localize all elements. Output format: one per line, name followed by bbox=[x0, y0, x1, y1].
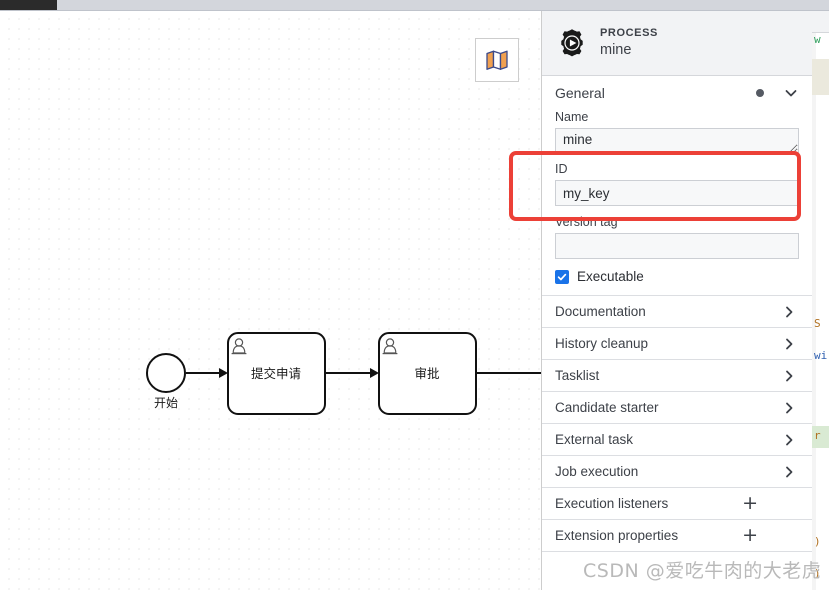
start-event-label: 开始 bbox=[154, 396, 178, 410]
accordion-documentation[interactable]: Documentation bbox=[542, 296, 812, 328]
properties-panel-title-block: PROCESS mine bbox=[600, 27, 658, 60]
version-tag-field-group: Version tag bbox=[542, 215, 812, 259]
accordion-label: External task bbox=[555, 432, 634, 447]
start-event-shape[interactable] bbox=[146, 353, 186, 393]
chevron-down-icon[interactable] bbox=[783, 85, 799, 101]
chevron-right-icon bbox=[782, 337, 796, 351]
accordion-label: Tasklist bbox=[555, 368, 600, 383]
check-icon bbox=[557, 273, 567, 280]
executable-checkbox-label: Executable bbox=[577, 269, 644, 284]
id-field-group: ID bbox=[542, 162, 812, 206]
general-group-label: General bbox=[555, 85, 605, 101]
plus-icon[interactable]: + bbox=[742, 494, 758, 513]
chevron-right-icon bbox=[782, 401, 796, 415]
bpmn-diagram: 开始 提交申请 审批 bbox=[146, 332, 541, 415]
accordion-label: Candidate starter bbox=[555, 400, 659, 415]
name-field-group: Name bbox=[542, 110, 812, 154]
accordion-extension-properties[interactable]: Extension properties + bbox=[542, 520, 812, 552]
background-editor-bleed: w S wi r ) ) bbox=[812, 11, 829, 590]
general-group-header[interactable]: General bbox=[542, 76, 812, 110]
sequence-flow-2-arrowhead bbox=[370, 368, 379, 378]
properties-panel: PROCESS mine General Name ID Version tag bbox=[541, 11, 812, 590]
chevron-right-icon bbox=[782, 433, 796, 447]
bleed-band-1 bbox=[812, 59, 829, 95]
bleed-code-1: w bbox=[814, 33, 821, 46]
element-name-label: mine bbox=[600, 42, 632, 59]
user-task-1-label: 提交申请 bbox=[251, 366, 301, 381]
bleed-background bbox=[812, 11, 829, 590]
bleed-code-4: r bbox=[814, 429, 821, 442]
executable-checkbox-row[interactable]: Executable bbox=[542, 260, 812, 295]
chevron-right-icon bbox=[782, 305, 796, 319]
version-tag-field[interactable] bbox=[555, 233, 799, 259]
bleed-code-2: S bbox=[814, 317, 821, 330]
accordion-label: Documentation bbox=[555, 304, 646, 319]
executable-checkbox[interactable] bbox=[555, 269, 569, 284]
bleed-code-3: wi bbox=[814, 349, 828, 362]
accordion-history-cleanup[interactable]: History cleanup bbox=[542, 328, 812, 360]
name-field[interactable] bbox=[555, 128, 799, 154]
bleed-header-strip bbox=[812, 11, 829, 33]
active-tab[interactable] bbox=[0, 0, 57, 10]
version-tag-field-label: Version tag bbox=[555, 215, 618, 229]
minimap-toggle-button[interactable] bbox=[475, 38, 519, 82]
chevron-right-icon bbox=[782, 465, 796, 479]
element-type-label: PROCESS bbox=[600, 26, 658, 39]
accordion-label: History cleanup bbox=[555, 336, 649, 351]
bleed-code-5: ) bbox=[814, 535, 821, 548]
id-field[interactable] bbox=[555, 180, 799, 206]
process-gear-icon bbox=[555, 26, 589, 60]
bpmn-modeler-window: 开始 提交申请 审批 PROCESS mine General Name min… bbox=[0, 0, 829, 590]
window-topbar bbox=[0, 0, 829, 11]
sequence-flow-1-arrowhead bbox=[219, 368, 228, 378]
chevron-right-icon bbox=[782, 369, 796, 383]
diagram-canvas[interactable]: 开始 提交申请 审批 bbox=[0, 11, 541, 590]
map-icon bbox=[486, 50, 508, 70]
accordion-tasklist[interactable]: Tasklist bbox=[542, 360, 812, 392]
bleed-code-6: ) bbox=[814, 567, 821, 580]
name-field-label: Name bbox=[555, 110, 589, 124]
accordion-external-task[interactable]: External task bbox=[542, 424, 812, 456]
plus-icon[interactable]: + bbox=[742, 526, 758, 545]
accordion-execution-listeners[interactable]: Execution listeners + bbox=[542, 488, 812, 520]
accordion-job-execution[interactable]: Job execution bbox=[542, 456, 812, 488]
properties-panel-header: PROCESS mine bbox=[542, 11, 812, 76]
accordion-candidate-starter[interactable]: Candidate starter bbox=[542, 392, 812, 424]
properties-accordion: Documentation History cleanup Tasklist C… bbox=[542, 295, 812, 552]
modified-dot-icon bbox=[756, 89, 764, 97]
user-task-2-label: 审批 bbox=[414, 366, 439, 381]
id-field-label: ID bbox=[555, 162, 568, 176]
accordion-label: Job execution bbox=[555, 464, 639, 479]
accordion-label: Extension properties bbox=[555, 528, 679, 543]
accordion-label: Execution listeners bbox=[555, 496, 669, 511]
